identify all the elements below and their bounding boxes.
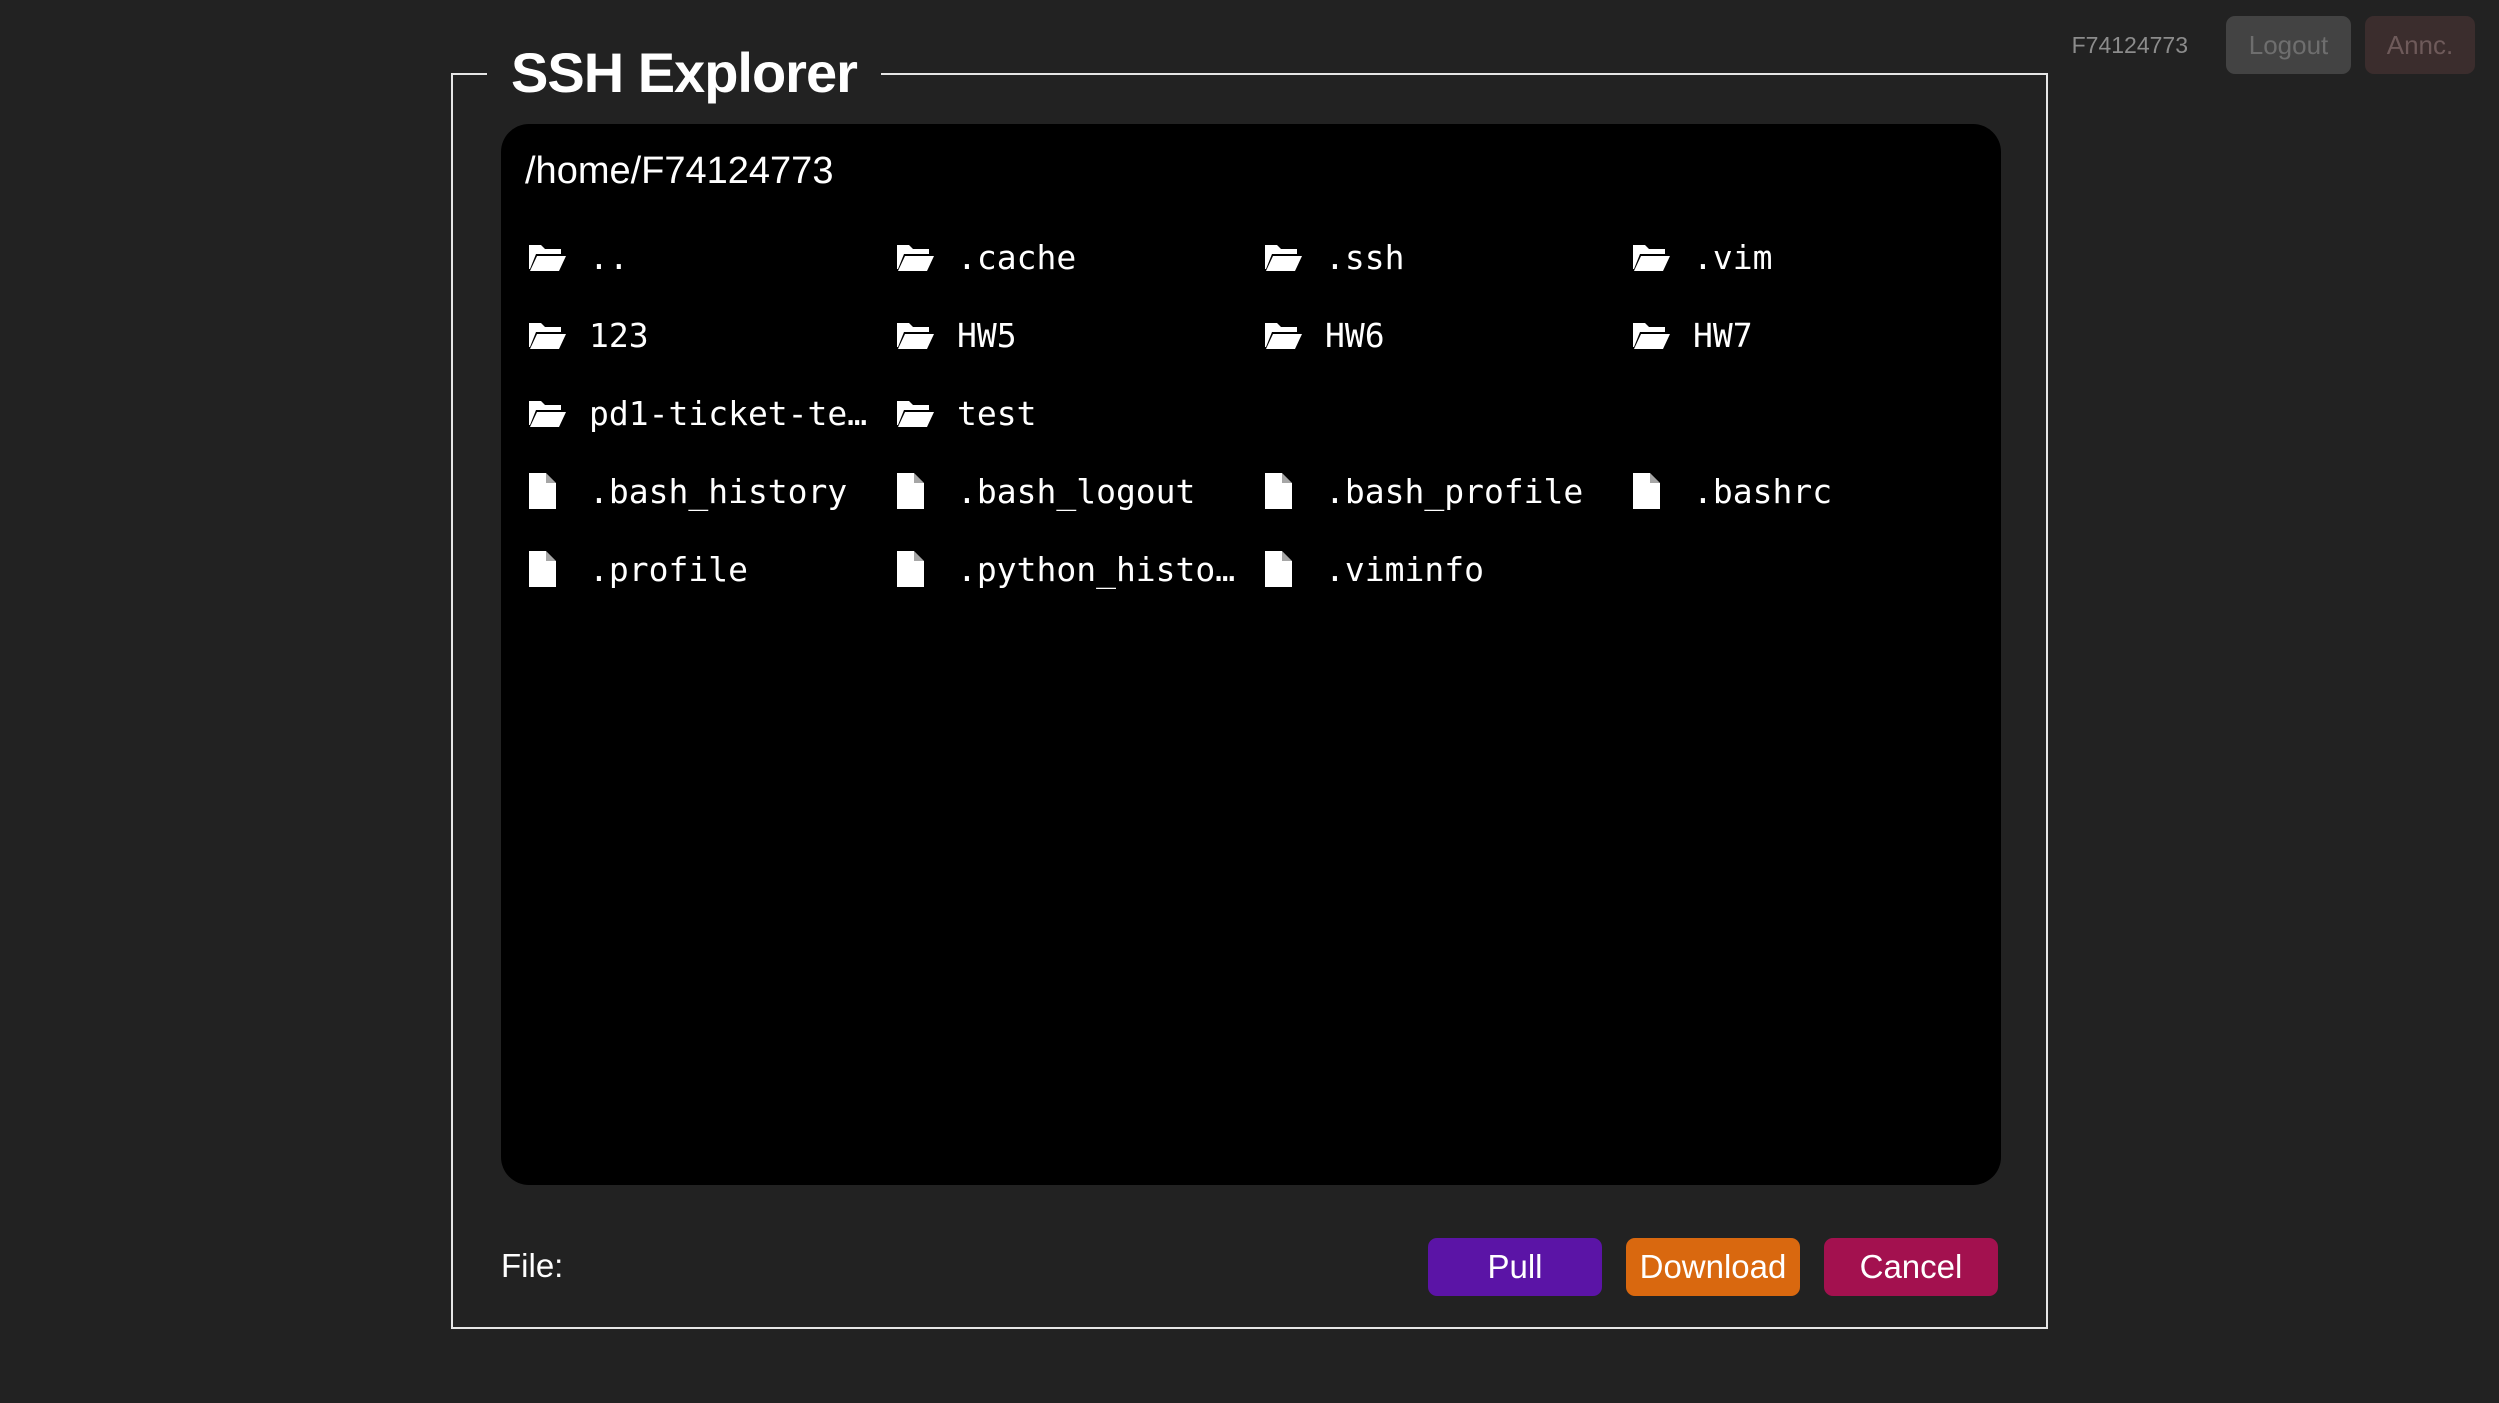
entry-name: .bash_profile xyxy=(1325,471,1584,511)
folder-open-icon xyxy=(895,397,957,429)
entry-name: HW6 xyxy=(1325,315,1385,355)
entry-name: .bash_logout xyxy=(957,471,1196,511)
file-item[interactable]: .bashrc xyxy=(1631,462,1999,520)
folder-open-icon xyxy=(1263,241,1325,273)
folder-item[interactable]: HW6 xyxy=(1263,306,1631,364)
entry-name: 123 xyxy=(589,315,649,355)
current-path: /home/F74124773 xyxy=(525,150,834,192)
folder-open-icon xyxy=(1263,319,1325,351)
panel-title: SSH Explorer xyxy=(487,33,881,113)
folder-item[interactable]: .cache xyxy=(895,228,1263,286)
file-item[interactable]: .bash_profile xyxy=(1263,462,1631,520)
file-item[interactable]: .python_histo… xyxy=(895,540,1263,598)
file-item[interactable]: .viminfo xyxy=(1263,540,1631,598)
entry-name: .vim xyxy=(1693,237,1773,277)
entry-name: test xyxy=(957,393,1037,433)
file-icon xyxy=(895,472,957,510)
folder-item[interactable]: .ssh xyxy=(1263,228,1631,286)
folder-item[interactable]: HW7 xyxy=(1631,306,1999,364)
folder-item[interactable]: test xyxy=(895,384,1263,442)
logout-button[interactable]: Logout xyxy=(2226,16,2351,74)
pull-button[interactable]: Pull xyxy=(1428,1238,1602,1296)
folder-open-icon xyxy=(895,241,957,273)
cancel-button[interactable]: Cancel xyxy=(1824,1238,1998,1296)
grid-spacer xyxy=(1263,384,1631,462)
file-icon xyxy=(1263,550,1325,588)
folder-open-icon xyxy=(527,397,589,429)
file-icon xyxy=(527,472,589,510)
download-button[interactable]: Download xyxy=(1626,1238,1800,1296)
file-icon xyxy=(527,550,589,588)
entry-name: .bash_history xyxy=(589,471,848,511)
entry-name: .ssh xyxy=(1325,237,1405,277)
ssh-explorer-panel: SSH Explorer /home/F74124773 .. .cache .ss… xyxy=(451,33,2048,1329)
folder-item[interactable]: HW5 xyxy=(895,306,1263,364)
folder-item[interactable]: .. xyxy=(527,228,895,286)
folder-item[interactable]: .vim xyxy=(1631,228,1999,286)
action-buttons: Pull Download Cancel xyxy=(1428,1238,1998,1296)
folder-item[interactable]: pd1-ticket-te… xyxy=(527,384,895,442)
folder-open-icon xyxy=(1631,241,1693,273)
entry-name: HW7 xyxy=(1693,315,1753,355)
entry-name: .. xyxy=(589,237,629,277)
folder-open-icon xyxy=(527,241,589,273)
entry-name: .python_histo… xyxy=(957,549,1236,589)
file-icon xyxy=(1631,472,1693,510)
top-bar: F74124773 Logout Annc. xyxy=(2072,16,2475,74)
folder-open-icon xyxy=(895,319,957,351)
entry-name: .viminfo xyxy=(1325,549,1484,589)
file-label: File: xyxy=(501,1247,564,1284)
folder-open-icon xyxy=(527,319,589,351)
entry-name: .profile xyxy=(589,549,748,589)
file-item[interactable]: .bash_logout xyxy=(895,462,1263,520)
entry-grid: .. .cache .ssh .vim 123 HW5 HW6 HW7 pd1-ticket-t… xyxy=(527,228,1999,618)
file-item[interactable]: .profile xyxy=(527,540,895,598)
announcements-button[interactable]: Annc. xyxy=(2365,16,2475,74)
folder-open-icon xyxy=(1631,319,1693,351)
entry-name: pd1-ticket-te… xyxy=(589,393,868,433)
entry-name: HW5 xyxy=(957,315,1017,355)
grid-spacer xyxy=(1631,384,1999,462)
entry-name: .bashrc xyxy=(1693,471,1833,511)
file-icon xyxy=(895,550,957,588)
folder-item[interactable]: 123 xyxy=(527,306,895,364)
user-id: F74124773 xyxy=(2071,31,2188,58)
file-icon xyxy=(1263,472,1325,510)
file-item[interactable]: .bash_history xyxy=(527,462,895,520)
file-browser[interactable]: /home/F74124773 .. .cache .ssh .vim 123 HW5 HW… xyxy=(501,124,2001,1185)
entry-name: .cache xyxy=(957,237,1077,277)
